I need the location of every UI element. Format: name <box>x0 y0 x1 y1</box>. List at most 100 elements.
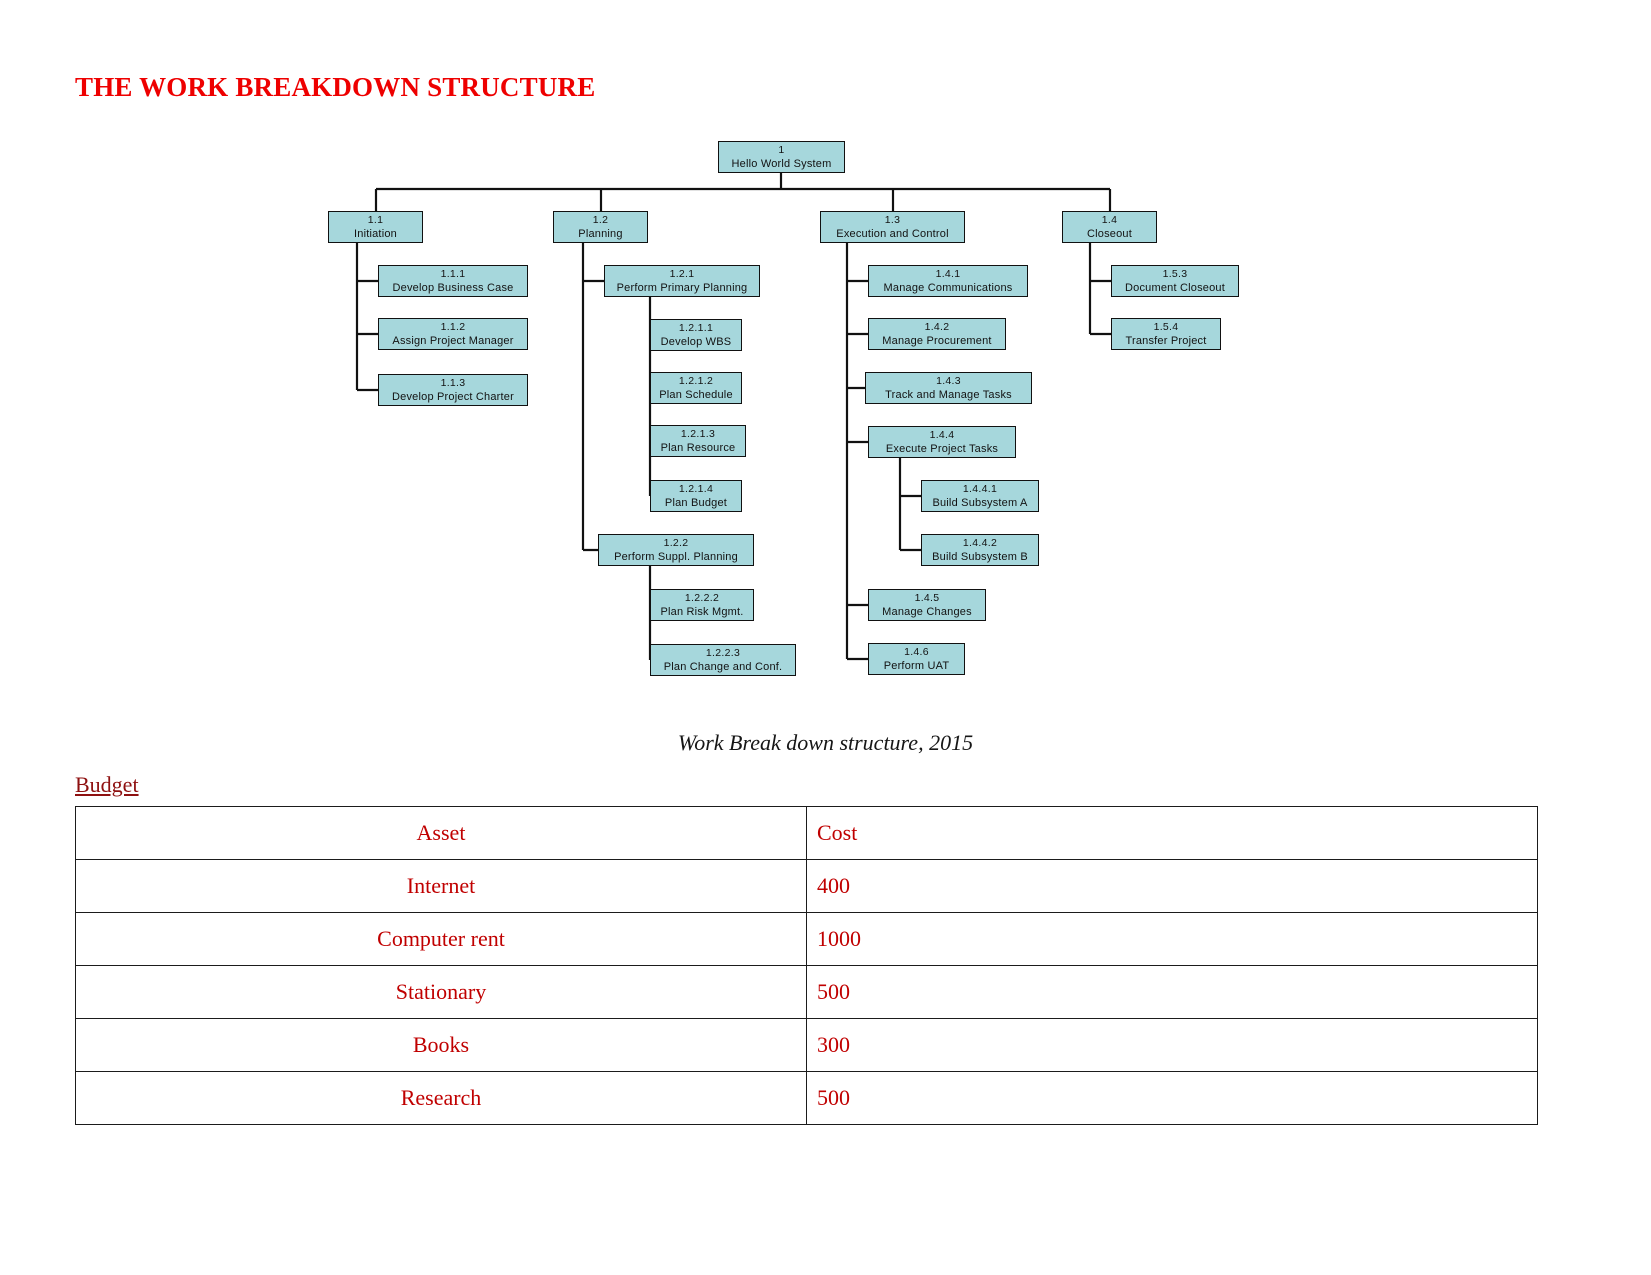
wbs-diagram: 1 Hello World System 1.1 Initiation 1.1.… <box>0 0 1651 710</box>
table-row: Stationary 500 <box>75 965 1538 1019</box>
wbs-node-1-2-1[interactable]: 1.2.1 Perform Primary Planning <box>604 265 760 297</box>
cell-asset: Books <box>75 1018 807 1072</box>
wbs-node-id: 1.4.4.1 <box>962 483 998 495</box>
wbs-connector-lines <box>355 173 1112 662</box>
wbs-node-label: Initiation <box>354 227 397 240</box>
figure-caption: Work Break down structure, 2015 <box>677 730 974 755</box>
wbs-node-1-3[interactable]: 1.3 Execution and Control <box>820 211 965 243</box>
wbs-node-label: Closeout <box>1086 227 1132 240</box>
cell-cost: 300 <box>806 1018 1538 1072</box>
wbs-node-1-4-4-1[interactable]: 1.4.4.1 Build Subsystem A <box>921 480 1039 512</box>
wbs-node-id: 1.2 <box>592 214 609 226</box>
cell-asset: Research <box>75 1071 807 1125</box>
table-header-row: Asset Cost <box>75 806 1538 860</box>
wbs-node-1-4-3[interactable]: 1.4.3 Track and Manage Tasks <box>865 372 1032 404</box>
wbs-node-1-2[interactable]: 1.2 Planning <box>553 211 648 243</box>
wbs-node-1-1-2[interactable]: 1.1.2 Assign Project Manager <box>378 318 528 350</box>
cell-asset: Internet <box>75 859 807 913</box>
wbs-node-1[interactable]: 1 Hello World System <box>718 141 845 173</box>
wbs-node-id: 1.1.1 <box>440 268 466 280</box>
cell-asset: Stationary <box>75 965 807 1019</box>
wbs-node-1-1-1[interactable]: 1.1.1 Develop Business Case <box>378 265 528 297</box>
wbs-node-1-2-1-2[interactable]: 1.2.1.2 Plan Schedule <box>650 372 742 404</box>
wbs-node-id: 1.4 <box>1101 214 1118 226</box>
wbs-node-1-2-1-3[interactable]: 1.2.1.3 Plan Resource <box>650 425 746 457</box>
wbs-node-label: Execution and Control <box>836 227 949 240</box>
wbs-node-id: 1.4.1 <box>935 268 961 280</box>
wbs-node-id: 1.3 <box>884 214 901 226</box>
wbs-node-label: Build Subsystem B <box>932 550 1028 563</box>
wbs-node-id: 1.4.3 <box>936 375 961 387</box>
wbs-node-label: Plan Schedule <box>659 388 733 401</box>
budget-table: Asset Cost Internet 400 Computer rent 10… <box>75 806 1538 1125</box>
cell-asset: Computer rent <box>75 912 807 966</box>
wbs-node-id: 1.2.1.2 <box>678 375 714 387</box>
wbs-node-label: Perform Primary Planning <box>616 281 748 294</box>
wbs-node-id: 1.5.3 <box>1162 268 1188 280</box>
wbs-node-label: Transfer Project <box>1125 334 1207 347</box>
wbs-node-label: Assign Project Manager <box>392 334 514 347</box>
table-header-asset: Asset <box>75 806 807 860</box>
wbs-node-label: Perform UAT <box>883 659 950 672</box>
table-row: Research 500 <box>75 1071 1538 1125</box>
wbs-node-label: Execute Project Tasks <box>885 442 999 455</box>
wbs-node-label: Plan Resource <box>660 441 736 454</box>
wbs-node-1-2-1-1[interactable]: 1.2.1.1 Develop WBS <box>650 319 742 351</box>
wbs-node-label: Manage Procurement <box>882 334 992 347</box>
cell-cost: 500 <box>806 1071 1538 1125</box>
wbs-node-id: 1.4.5 <box>914 592 940 604</box>
wbs-node-1-5-3[interactable]: 1.5.3 Document Closeout <box>1111 265 1239 297</box>
wbs-node-1-4-6[interactable]: 1.4.6 Perform UAT <box>868 643 965 675</box>
wbs-node-id: 1.5.4 <box>1153 321 1179 333</box>
cell-cost: 1000 <box>806 912 1538 966</box>
wbs-node-1-4-4[interactable]: 1.4.4 Execute Project Tasks <box>868 426 1016 458</box>
wbs-node-label: Perform Suppl. Planning <box>614 550 738 563</box>
wbs-node-id: 1.2.1 <box>669 268 695 280</box>
wbs-node-label: Build Subsystem A <box>932 496 1028 509</box>
wbs-node-1-2-2[interactable]: 1.2.2 Perform Suppl. Planning <box>598 534 754 566</box>
wbs-node-1-4-4-2[interactable]: 1.4.4.2 Build Subsystem B <box>921 534 1039 566</box>
wbs-node-id: 1.1 <box>367 214 384 226</box>
wbs-node-id: 1.2.2 <box>663 537 689 549</box>
wbs-node-id: 1.2.2.3 <box>705 647 741 659</box>
wbs-node-id: 1.4.6 <box>904 646 929 658</box>
wbs-node-1-4-2[interactable]: 1.4.2 Manage Procurement <box>868 318 1006 350</box>
wbs-node-1-1[interactable]: 1.1 Initiation <box>328 211 423 243</box>
table-row: Computer rent 1000 <box>75 912 1538 966</box>
wbs-node-label: Planning <box>578 227 623 240</box>
wbs-node-id: 1.2.1.1 <box>678 322 714 334</box>
wbs-node-id: 1.4.4.2 <box>962 537 998 549</box>
wbs-node-1-2-2-2[interactable]: 1.2.2.2 Plan Risk Mgmt. <box>650 589 754 621</box>
wbs-node-id: 1.4.2 <box>924 321 950 333</box>
table-row: Books 300 <box>75 1018 1538 1072</box>
wbs-node-label: Manage Communications <box>883 281 1013 294</box>
wbs-node-label: Develop WBS <box>660 335 732 348</box>
table-row: Internet 400 <box>75 859 1538 913</box>
wbs-node-label: Develop Project Charter <box>392 390 514 403</box>
wbs-node-label: Plan Budget <box>664 496 728 509</box>
wbs-node-id: 1.4.4 <box>929 429 955 441</box>
wbs-node-label: Plan Risk Mgmt. <box>660 605 744 618</box>
wbs-node-label: Manage Changes <box>882 605 972 618</box>
wbs-node-1-4[interactable]: 1.4 Closeout <box>1062 211 1157 243</box>
wbs-node-id: 1.2.1.4 <box>678 483 714 495</box>
budget-section-heading: Budget <box>75 772 139 797</box>
cell-cost: 500 <box>806 965 1538 1019</box>
wbs-node-id: 1.2.1.3 <box>680 428 716 440</box>
wbs-node-1-4-5[interactable]: 1.4.5 Manage Changes <box>868 589 986 621</box>
wbs-node-id: 1.1.3 <box>440 377 466 389</box>
wbs-node-id: 1.1.2 <box>440 321 466 333</box>
wbs-node-label: Track and Manage Tasks <box>885 388 1012 401</box>
wbs-node-id: 1 <box>778 144 785 156</box>
wbs-node-1-4-1[interactable]: 1.4.1 Manage Communications <box>868 265 1028 297</box>
wbs-node-1-2-2-3[interactable]: 1.2.2.3 Plan Change and Conf. <box>650 644 796 676</box>
table-header-cost: Cost <box>806 806 1538 860</box>
wbs-node-label: Plan Change and Conf. <box>663 660 783 673</box>
wbs-node-1-2-1-4[interactable]: 1.2.1.4 Plan Budget <box>650 480 742 512</box>
cell-cost: 400 <box>806 859 1538 913</box>
wbs-node-1-1-3[interactable]: 1.1.3 Develop Project Charter <box>378 374 528 406</box>
wbs-node-label: Document Closeout <box>1124 281 1225 294</box>
wbs-node-label: Hello World System <box>731 157 832 170</box>
wbs-node-1-5-4[interactable]: 1.5.4 Transfer Project <box>1111 318 1221 350</box>
wbs-node-id: 1.2.2.2 <box>684 592 720 604</box>
